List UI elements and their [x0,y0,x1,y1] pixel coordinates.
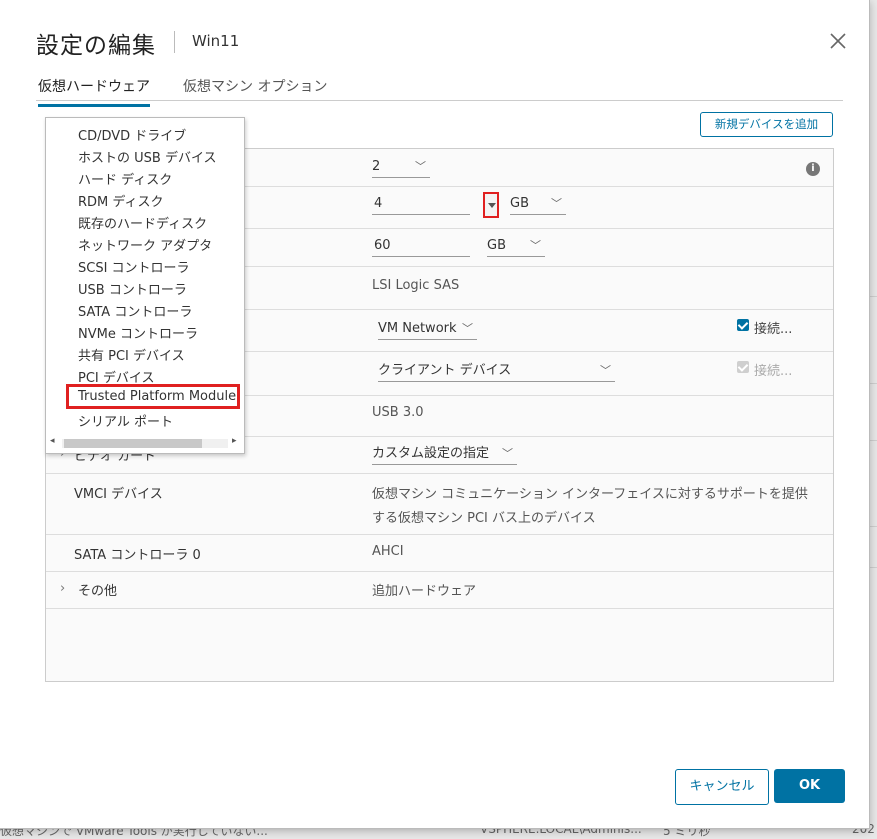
tabs-divider [36,100,843,101]
row-sata-controller: SATA コントローラ 0 AHCI [46,534,833,572]
vmci-description-line1: 仮想マシン コミュニケーション インターフェイスに対するサポートを提供 [372,487,808,502]
memory-input[interactable]: 4 [372,194,470,215]
chevron-down-icon: ﹀ [551,197,562,210]
bg-divider [869,383,877,384]
scsi-value: LSI Logic SAS [372,278,460,293]
chevron-down-icon: ﹀ [600,364,611,377]
menu-item-host-usb-device[interactable]: ホストの USB デバイス [78,147,217,166]
cpu-select[interactable]: 2 ﹀ [372,157,430,178]
title-divider [174,31,175,53]
network-select[interactable]: VM Network ﹀ [378,319,477,340]
video-card-select[interactable]: カスタム設定の指定 ﹀ [372,444,517,465]
ok-button[interactable]: OK [774,769,845,803]
highlight-box [66,384,240,409]
chevron-down-icon: ﹀ [415,160,426,173]
usb-value: USB 3.0 [372,405,424,420]
cd-connect-checkbox[interactable] [737,361,749,373]
sata-label: SATA コントローラ 0 [74,548,201,563]
vmci-description-line2: する仮想マシン PCI バス上のデバイス [372,511,596,526]
sata-value: AHCI [372,544,404,559]
cpu-value: 2 [372,159,381,174]
disk-unit: GB [487,238,506,253]
chevron-down-icon: ﹀ [530,239,541,252]
bg-divider [869,567,877,568]
menu-item-network-adapter[interactable]: ネットワーク アダプタ [78,235,212,254]
menu-item-rdm-disk[interactable]: RDM ディスク [78,191,163,210]
menu-item-scsi-controller[interactable]: SCSI コントローラ [78,257,190,276]
dialog-title: 設定の編集 [36,33,156,59]
memory-unit: GB [510,196,529,211]
cd-device-select[interactable]: クライアント デバイス ﹀ [378,361,615,382]
cd-connect-label: 接続... [754,364,793,379]
caret-down-icon [488,203,496,208]
bg-divider [869,440,877,441]
close-icon[interactable] [828,31,848,51]
video-card-value: カスタム設定の指定 [372,446,490,461]
scroll-left-icon[interactable]: ◂ [50,436,55,446]
chevron-right-icon[interactable]: › [60,581,65,596]
other-value: 追加ハードウェア [372,584,477,599]
memory-dropdown-button[interactable] [483,192,499,218]
cancel-button[interactable]: キャンセル [675,769,769,805]
scroll-right-icon[interactable]: ▸ [232,436,237,446]
menu-item-serial-port[interactable]: シリアル ポート [78,411,173,430]
other-label: その他 [78,584,118,599]
cd-device-value: クライアント デバイス [378,363,512,378]
add-device-menu: CD/DVD ドライブ ホストの USB デバイス ハード ディスク RDM デ… [45,117,245,454]
disk-unit-select[interactable]: GB ﹀ [487,236,545,257]
bg-divider [869,526,877,527]
chevron-down-icon: ﹀ [502,447,513,460]
menu-item-usb-controller[interactable]: USB コントローラ [78,279,187,298]
menu-item-hard-disk[interactable]: ハード ディスク [78,169,172,188]
vmci-label: VMCI デバイス [74,487,163,502]
bg-divider [869,296,877,297]
network-connect-checkbox[interactable] [737,319,749,331]
check-icon [737,319,749,330]
menu-item-sata-controller[interactable]: SATA コントローラ [78,301,192,320]
row-other[interactable]: › その他 追加ハードウェア [46,571,833,609]
vm-name: Win11 [192,32,240,50]
scrollbar-thumb[interactable] [64,439,202,448]
edit-settings-dialog: 設定の編集 Win11 仮想ハードウェア 仮想マシン オプション 新規デバイスを… [0,0,870,829]
memory-unit-select[interactable]: GB ﹀ [510,194,566,215]
menu-item-nvme-controller[interactable]: NVMe コントローラ [78,323,198,342]
check-icon [737,361,749,372]
info-icon[interactable]: i [806,162,820,176]
add-new-device-button[interactable]: 新規デバイスを追加 [700,112,833,137]
menu-item-cd-dvd-drive[interactable]: CD/DVD ドライブ [78,125,186,144]
disk-size-input[interactable]: 60 [372,236,470,257]
network-value: VM Network [378,321,457,336]
menu-item-existing-hard-disk[interactable]: 既存のハードディスク [78,213,207,232]
menu-horizontal-scrollbar[interactable]: ◂ ▸ [48,436,242,450]
network-connect-label: 接続... [754,322,793,337]
tab-virtual-hardware[interactable]: 仮想ハードウェア [38,76,150,107]
chevron-down-icon: ﹀ [462,322,473,335]
row-vmci-device: VMCI デバイス 仮想マシン コミュニケーション インターフェイスに対するサポ… [46,473,833,535]
menu-item-shared-pci-device[interactable]: 共有 PCI デバイス [78,345,185,364]
